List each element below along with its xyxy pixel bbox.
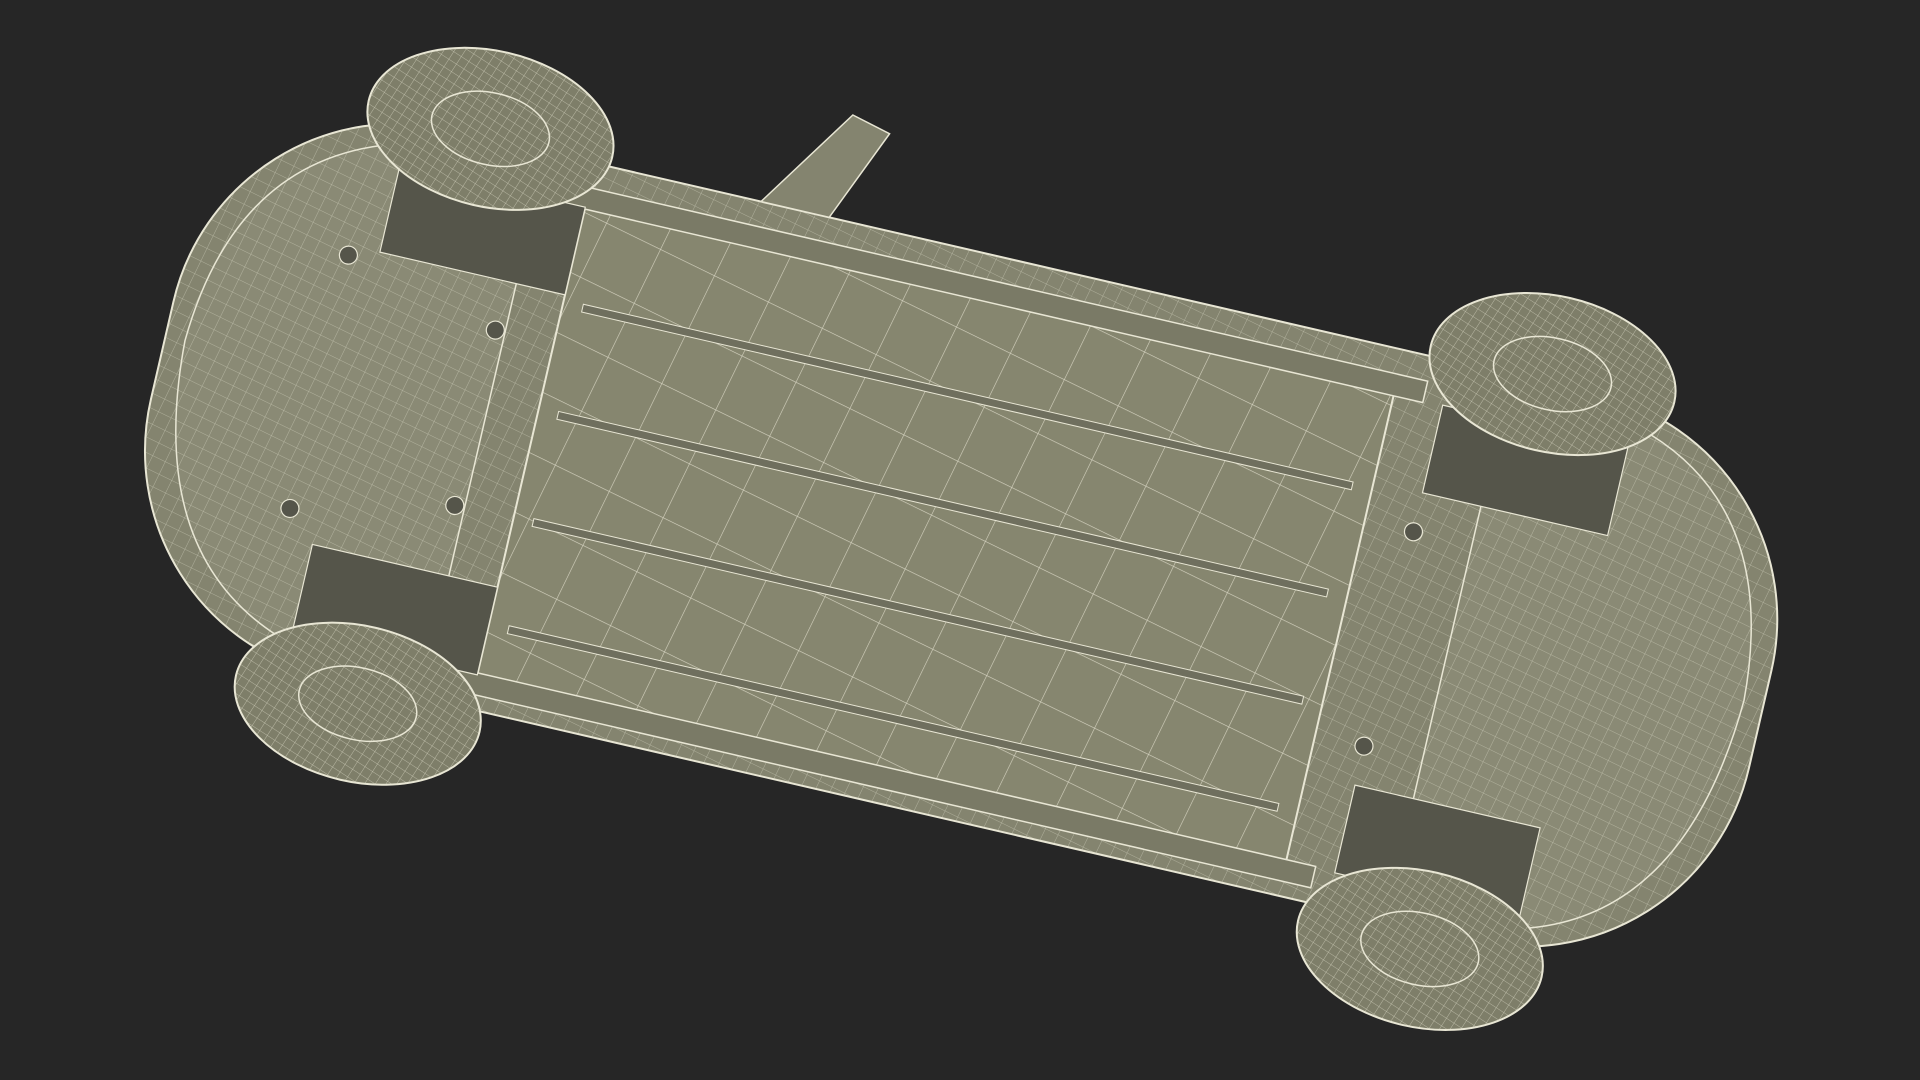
car-underbody-render (143, 46, 1779, 1031)
render-viewport (0, 0, 1920, 1080)
